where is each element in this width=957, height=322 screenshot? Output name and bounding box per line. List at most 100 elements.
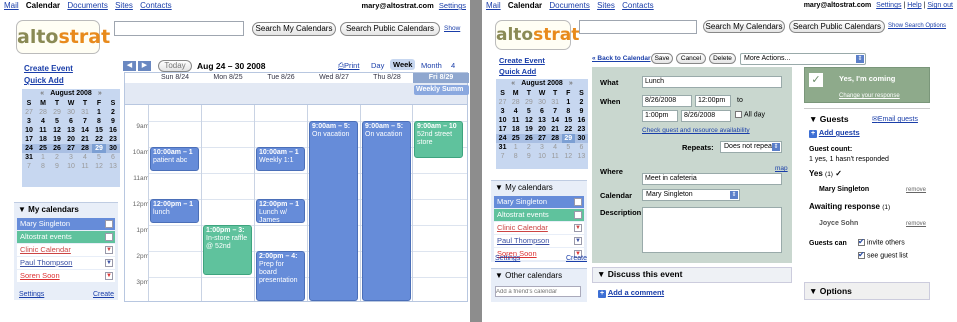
remove-guest-link[interactable]: remove [906, 221, 926, 227]
mini-calendar-day[interactable]: 27 [496, 98, 509, 107]
calendar-item[interactable]: Soren Soon ▼ [17, 270, 115, 282]
mini-calendar-day[interactable]: 2 [50, 153, 64, 162]
mini-calendar-day[interactable]: 17 [22, 135, 36, 144]
mini-calendar-day[interactable]: 31 [78, 108, 92, 117]
email-guests-link[interactable]: ✉Email guests [872, 115, 918, 123]
mini-calendar-day[interactable]: 15 [562, 116, 575, 125]
calendar-item[interactable]: Paul Thompson ▼ [494, 235, 584, 247]
mini-calendar-day[interactable]: 30 [574, 134, 588, 143]
mini-calendar-day[interactable]: 6 [106, 153, 120, 162]
mini-calendar-day[interactable]: 4 [36, 117, 50, 126]
day-view-tab[interactable]: Day [371, 61, 384, 70]
mini-calendar-day[interactable]: 26 [522, 134, 536, 143]
mini-calendar-day[interactable]: 1 [92, 108, 106, 117]
mini-calendar-day[interactable]: 16 [106, 126, 120, 135]
mini-calendar-day[interactable]: 20 [64, 135, 78, 144]
search-public-calendars-button[interactable]: Search Public Calendars [340, 22, 440, 36]
mini-calendar-day[interactable]: 5 [50, 117, 64, 126]
create-calendar-link-right[interactable]: Create [566, 255, 587, 262]
quick-add-link[interactable]: Quick Add [24, 76, 64, 85]
mini-calendar-day[interactable]: 6 [64, 117, 78, 126]
add-friend-calendar-input[interactable] [495, 286, 581, 297]
calendar-item[interactable]: Clinic Calendar ▼ [17, 244, 115, 256]
calendar-event[interactable]: 1:00pm – 3: In-store raffle @ 52nd [203, 225, 252, 275]
mini-calendar-day[interactable]: 8 [509, 152, 522, 161]
mini-calendar-day[interactable]: 4 [509, 107, 522, 116]
calendar-settings-link[interactable]: Settings [19, 291, 44, 298]
mini-calendar-day[interactable]: 26 [50, 144, 64, 153]
all-day-checkbox[interactable] [735, 111, 742, 118]
mini-calendar-day[interactable]: 28 [36, 108, 50, 117]
print-link[interactable]: ⎙Print [338, 61, 359, 71]
mini-calendar-day[interactable]: 11 [78, 162, 92, 171]
mini-calendar-day[interactable]: 1 [509, 143, 522, 152]
mini-calendar-day[interactable]: 13 [535, 116, 548, 125]
mini-calendar-day[interactable]: 2 [522, 143, 535, 152]
nav-sites-right[interactable]: Sites [597, 1, 615, 10]
day-column-header[interactable]: Tue 8/26 [255, 73, 307, 83]
calendar-event[interactable]: 9:00am – 5: On vacation [362, 121, 411, 301]
mini-calendar-day[interactable]: 7 [22, 162, 36, 171]
calendar-item[interactable]: Mary Singleton ▼ [494, 196, 584, 208]
mini-calendar-day[interactable]: 14 [78, 126, 92, 135]
day-column-header[interactable]: Sun 8/24 [149, 73, 201, 83]
mini-calendar-day[interactable]: 3 [535, 143, 548, 152]
mini-calendar-day[interactable]: 22 [92, 135, 106, 144]
change-response-link[interactable]: Change your response [839, 93, 900, 99]
mini-calendar-day[interactable]: 8 [562, 107, 575, 116]
mini-calendar-day[interactable]: 29 [92, 144, 106, 153]
mini-calendar-day[interactable]: 9 [522, 152, 535, 161]
mini-calendar-day[interactable]: 25 [36, 144, 50, 153]
calendar-item[interactable]: Altostrat events ▼ [494, 209, 584, 221]
mini-calendar-day[interactable]: 9 [106, 117, 120, 126]
mini-calendar-day[interactable]: 7 [78, 117, 92, 126]
nav-documents[interactable]: Documents [67, 1, 107, 10]
next-month-icon[interactable]: » [569, 80, 573, 87]
mini-calendar-day[interactable]: 20 [535, 125, 548, 134]
cancel-button[interactable]: Cancel [676, 53, 706, 64]
four-day-view-tab[interactable]: 4 [451, 61, 455, 70]
options-section-header[interactable]: ▼ Options [804, 282, 930, 300]
mini-calendar-day[interactable]: 27 [22, 108, 36, 117]
next-month-icon[interactable]: » [98, 90, 102, 97]
remove-guest-link[interactable]: remove [906, 187, 926, 193]
invite-others-checkbox[interactable] [858, 237, 865, 246]
all-day-event[interactable]: Weekly Summ [414, 85, 469, 95]
save-button[interactable]: Save [651, 53, 673, 64]
mini-calendar-day[interactable]: 6 [575, 143, 588, 152]
mini-calendar-day[interactable]: 3 [22, 117, 36, 126]
mini-calendar-day[interactable]: 22 [562, 125, 575, 134]
calendar-item[interactable]: Paul Thompson ▼ [17, 257, 115, 269]
dropdown-arrow-icon[interactable]: ▼ [574, 237, 582, 245]
mini-calendar-day[interactable]: 5 [92, 153, 106, 162]
day-column-header[interactable]: Wed 8/27 [308, 73, 360, 83]
mini-calendar-day[interactable]: 4 [78, 153, 92, 162]
dropdown-arrow-icon[interactable]: ▼ [105, 272, 113, 280]
mini-calendar-day[interactable]: 2 [575, 98, 588, 107]
guests-header[interactable]: ▼ Guests [809, 114, 849, 124]
mini-calendar-day[interactable]: 11 [36, 126, 50, 135]
dropdown-arrow-icon[interactable]: ▼ [574, 224, 582, 232]
map-link[interactable]: map [775, 165, 788, 172]
mini-calendar-day[interactable]: 12 [92, 162, 106, 171]
nav-sites[interactable]: Sites [115, 1, 133, 10]
mini-calendar-day[interactable]: 27 [535, 134, 549, 143]
search-my-calendars-button[interactable]: Search My Calendars [252, 22, 336, 36]
mini-calendar-day[interactable]: 29 [50, 108, 64, 117]
my-calendars-header[interactable]: ▼ My calendars [14, 203, 118, 217]
settings-link-right[interactable]: Settings [876, 2, 901, 9]
mini-calendar-day[interactable]: 16 [575, 116, 588, 125]
end-time-input[interactable]: 1:00pm [642, 110, 678, 122]
calendar-select[interactable]: Mary Singleton ⇕ [642, 189, 740, 201]
start-time-input[interactable]: 12:00pm [695, 95, 731, 107]
help-link[interactable]: Help [907, 2, 921, 9]
mini-calendar-day[interactable]: 25 [509, 134, 523, 143]
mini-calendar-day[interactable]: 8 [92, 117, 106, 126]
mini-calendar-day[interactable]: 10 [496, 116, 509, 125]
check-availability-link[interactable]: Check guest and resource availability [642, 127, 750, 134]
delete-button[interactable]: Delete [709, 53, 736, 64]
week-view-tab[interactable]: Week [390, 59, 416, 70]
calendar-event[interactable]: 10:00am – 1 Weekly 1:1 [256, 147, 305, 171]
prev-month-icon[interactable]: « [511, 80, 515, 87]
mini-calendar-day[interactable]: 28 [509, 98, 522, 107]
